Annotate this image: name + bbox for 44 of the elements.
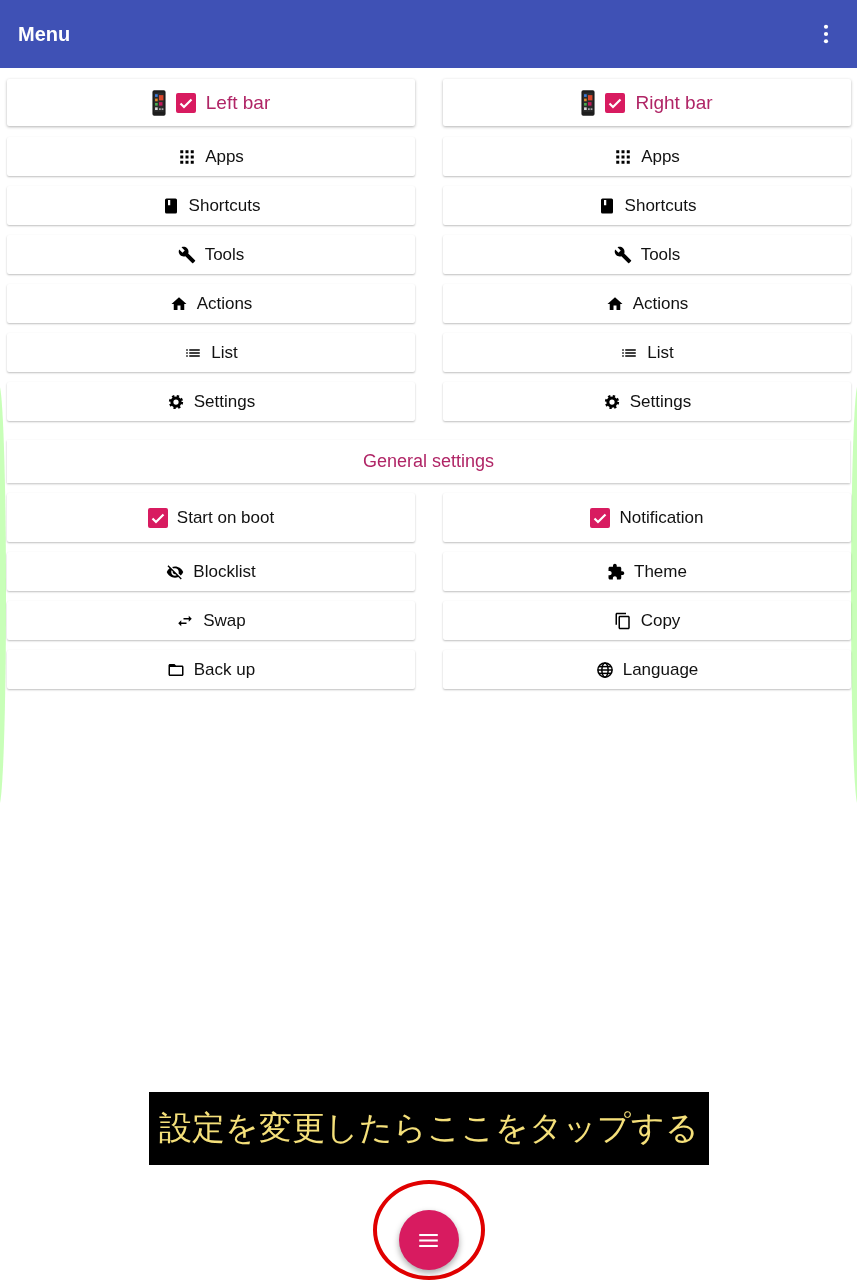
menu-button[interactable]: Shortcuts [7,186,415,225]
checkbox[interactable] [605,92,626,113]
app-bar-title: Menu [18,22,71,46]
menu-button[interactable]: Tools [443,235,851,274]
menu-button[interactable]: Actions [7,284,415,323]
menu-fab[interactable] [398,1210,459,1270]
wrench-icon [613,245,632,264]
option-button[interactable]: Language [443,650,851,689]
menu-button[interactable]: Shortcuts [443,186,851,225]
eye-slash-icon [166,562,185,581]
phone-icon [151,88,166,117]
option-button[interactable]: Blocklist [7,552,415,591]
settings-icon [166,392,185,411]
menu-button[interactable]: List [443,333,851,372]
phone-icon [581,88,596,117]
bar-toggle-button[interactable]: Right bar [443,79,851,126]
menu-button[interactable]: Apps [7,137,415,176]
more-options-icon[interactable] [823,24,829,44]
option-button[interactable]: Copy [443,601,851,640]
menu-button[interactable]: Apps [443,137,851,176]
menu-button[interactable]: Tools [7,235,415,274]
copy-icon [613,611,632,630]
checkbox[interactable] [147,507,168,528]
globe-icon [595,660,614,679]
toggle-button[interactable]: Start on boot [7,493,415,542]
checkbox[interactable] [175,92,196,113]
puzzle-icon [607,562,626,581]
option-button[interactable]: Theme [443,552,851,591]
menu-button[interactable]: Settings [7,382,415,421]
checkbox[interactable] [590,507,611,528]
toggle-button[interactable]: Notification [443,493,851,542]
bar-toggle-button[interactable]: Left bar [7,79,415,126]
settings-icon [602,392,621,411]
menu-button[interactable]: Settings [443,382,851,421]
apps-grid-icon [178,147,197,166]
menu-button[interactable]: List [7,333,415,372]
option-button[interactable]: Back up [7,650,415,689]
apps-grid-icon [614,147,633,166]
option-button[interactable]: Swap [7,601,415,640]
section-header: General settings [7,440,850,483]
menu-button[interactable]: Actions [443,284,851,323]
menu-icon [419,1233,438,1247]
wrench-icon [177,245,196,264]
annotation-caption: 設定を変更したらここをタップする [148,1092,709,1165]
